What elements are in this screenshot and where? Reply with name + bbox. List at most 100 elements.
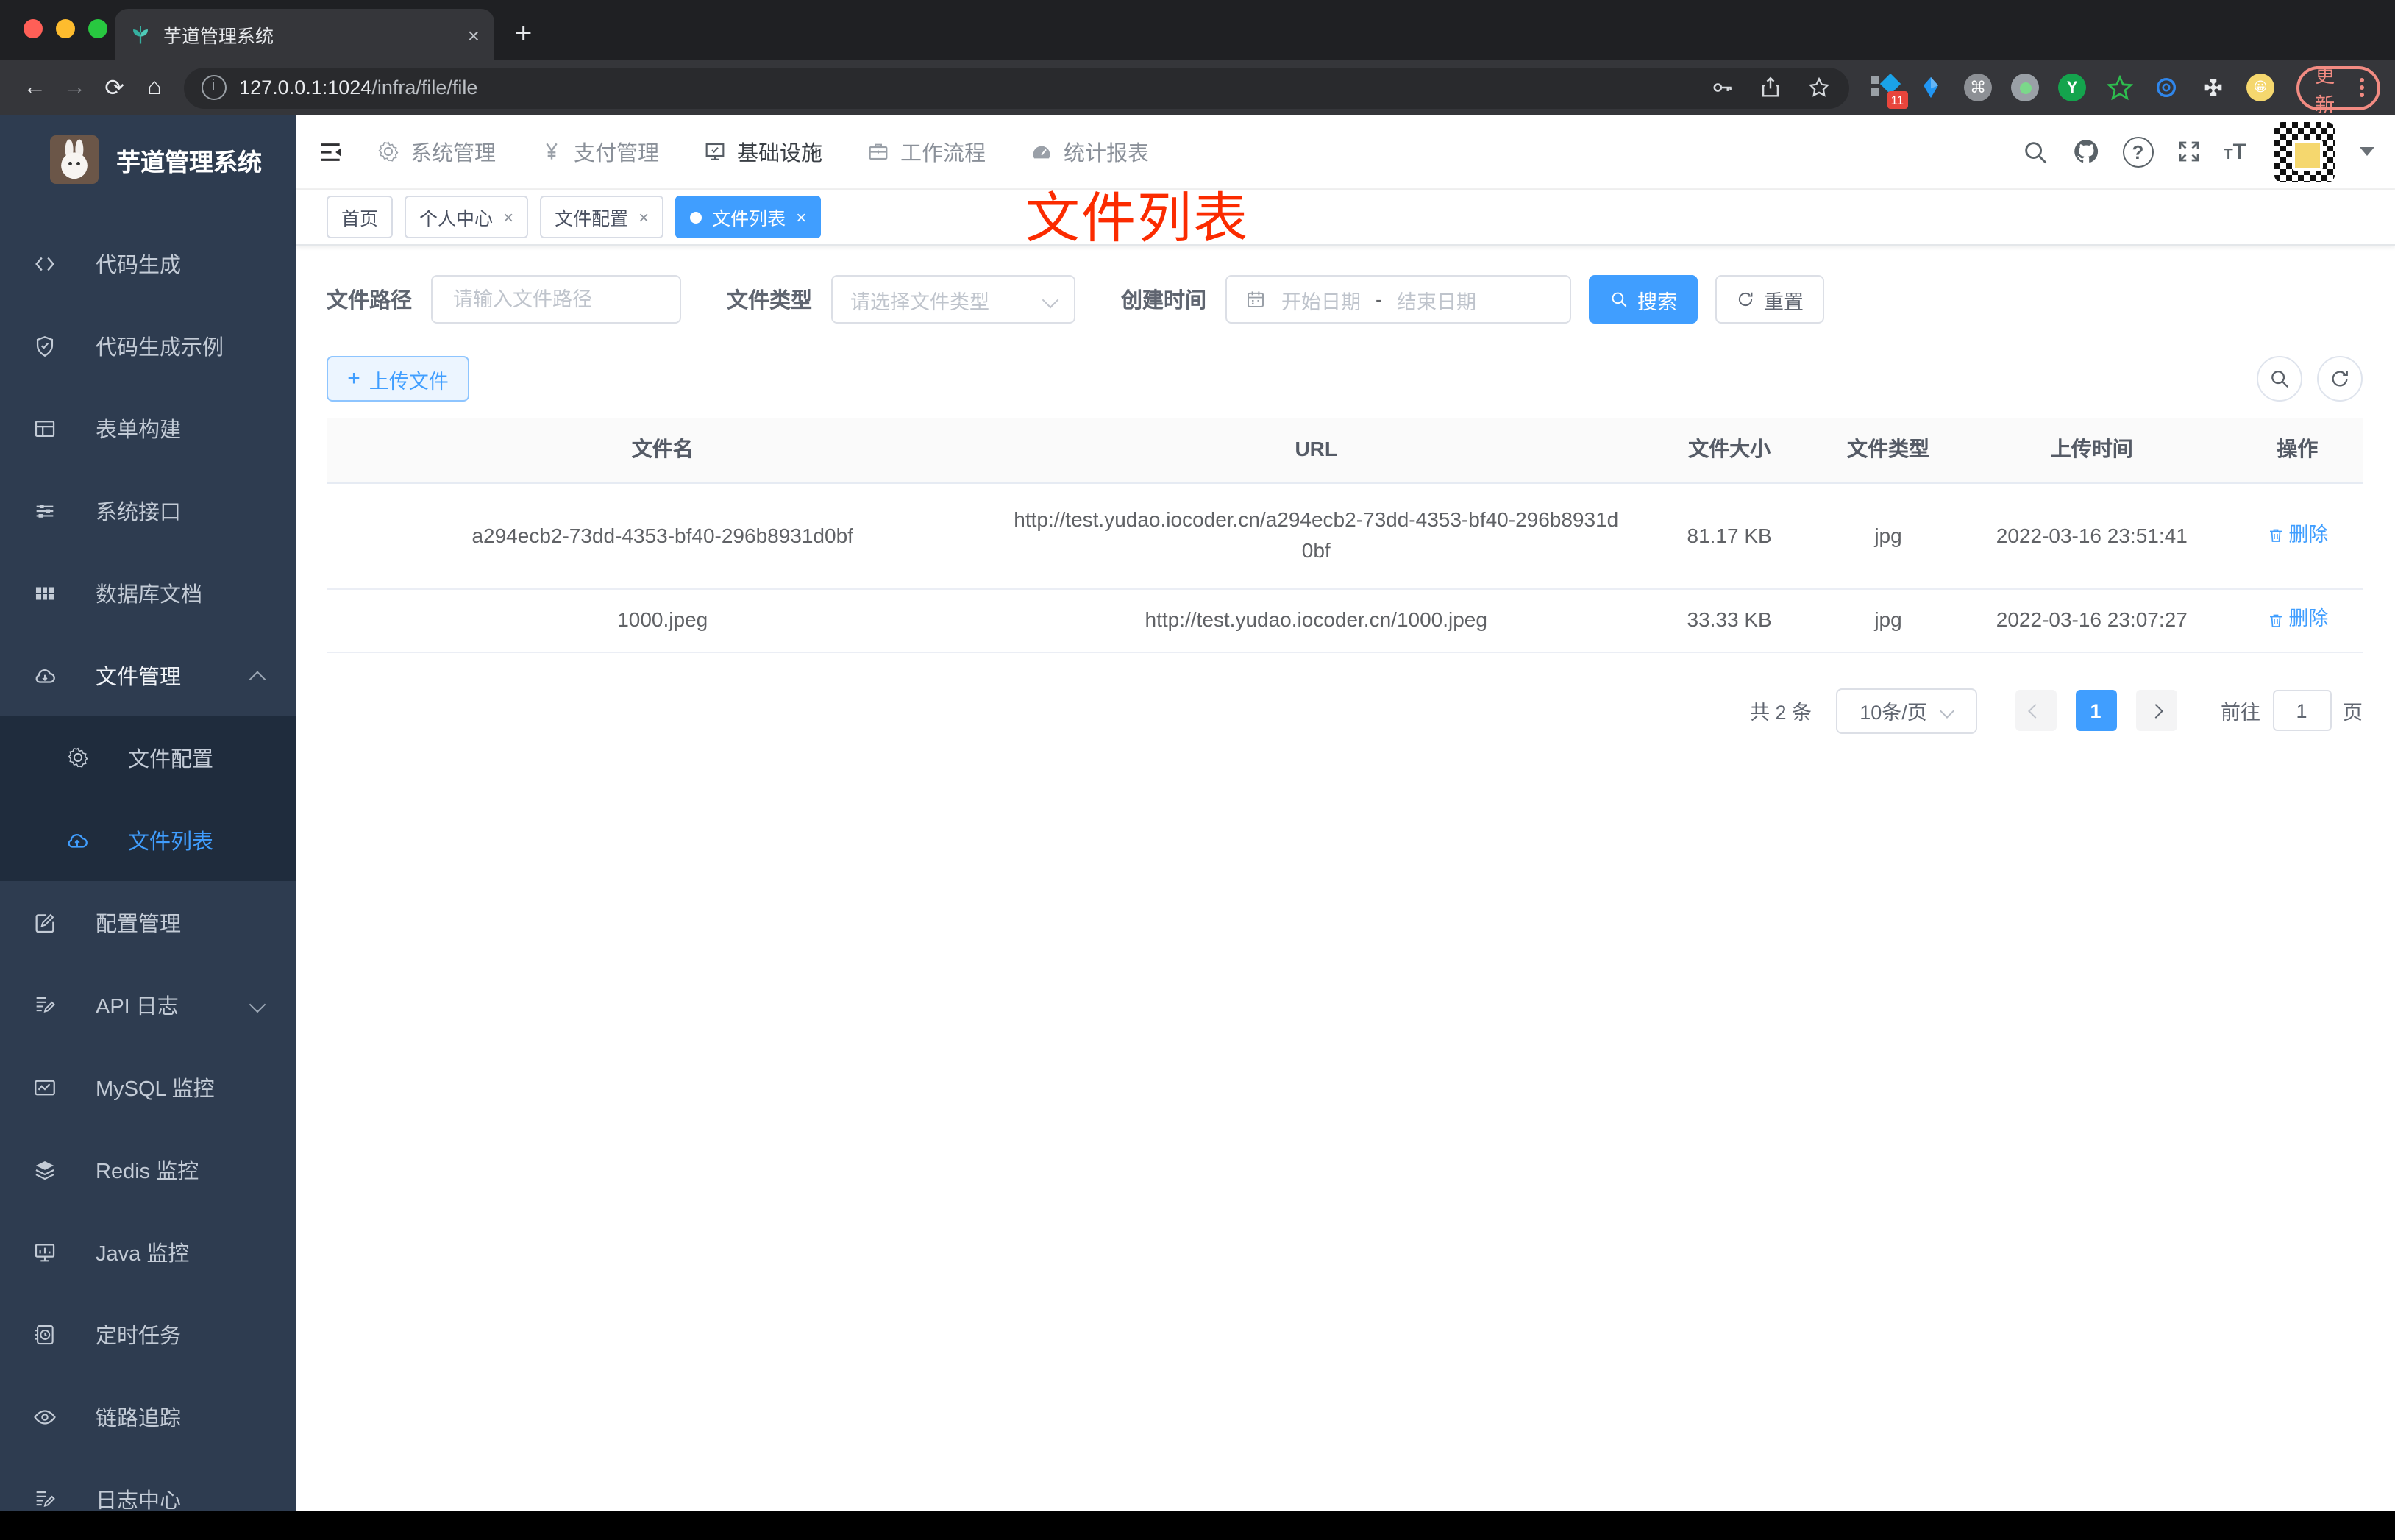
sidebar-item-tracing[interactable]: 链路追踪: [0, 1375, 296, 1458]
sidebar-logo[interactable]: 芋道管理系统: [0, 115, 296, 204]
browser-menu-icon[interactable]: [2360, 78, 2365, 97]
fullscreen-icon[interactable]: [2175, 138, 2202, 165]
extension-y-icon[interactable]: Y: [2057, 73, 2087, 102]
close-tag-icon[interactable]: ×: [503, 207, 513, 227]
shield-check-icon: [32, 333, 57, 358]
extension-ring-icon[interactable]: [2152, 73, 2181, 102]
page-size-select[interactable]: 10条/页: [1835, 688, 1976, 734]
sidebar-item-api-log[interactable]: API 日志: [0, 963, 296, 1046]
plus-icon: +: [347, 366, 360, 391]
cell-time: 2022-03-16 23:51:41: [1996, 523, 2188, 547]
prev-page-button[interactable]: [2015, 690, 2056, 732]
sidebar-item-form-builder[interactable]: 表单构建: [0, 387, 296, 469]
sidebar-item-system-api[interactable]: 系统接口: [0, 469, 296, 552]
reset-button-label: 重置: [1764, 290, 1804, 313]
calendar-icon: [1245, 288, 1267, 310]
sidebar-item-redis-monitor[interactable]: Redis 监控: [0, 1128, 296, 1211]
date-range-picker[interactable]: 开始日期 - 结束日期: [1225, 275, 1571, 324]
help-icon[interactable]: ?: [2122, 136, 2154, 167]
address-bar[interactable]: i 127.0.0.1:1024/infra/file/file: [183, 67, 1849, 108]
browser-tab[interactable]: 芋道管理系统 ×: [115, 9, 494, 60]
sidebar-item-code-gen[interactable]: 代码生成: [0, 222, 296, 304]
tag-file-config[interactable]: 文件配置 ×: [540, 196, 664, 238]
topnav-item-workflow[interactable]: 工作流程: [866, 136, 986, 167]
topnav-label: 系统管理: [410, 142, 496, 165]
file-path-input[interactable]: [450, 287, 662, 312]
sidebar-submenu-file: 文件配置 文件列表: [0, 716, 296, 881]
url-host: 127.0.0.1:1024: [239, 76, 372, 99]
sliders-icon: [32, 498, 57, 523]
close-tag-icon[interactable]: ×: [796, 207, 806, 227]
chevron-left-icon: [2028, 703, 2043, 719]
cell-size: 33.33 KB: [1687, 607, 1772, 632]
forward-icon[interactable]: →: [54, 74, 94, 101]
edit-square-icon: [32, 910, 57, 935]
sidebar-item-file-config[interactable]: 文件配置: [0, 716, 296, 799]
sidebar-item-java-monitor[interactable]: Java 监控: [0, 1211, 296, 1293]
browser-update-button[interactable]: 更新: [2296, 64, 2381, 115]
new-tab-button[interactable]: +: [515, 18, 532, 51]
chevron-right-icon: [2149, 703, 2163, 719]
site-info-icon[interactable]: i: [201, 75, 227, 100]
github-icon[interactable]: [2071, 137, 2100, 166]
home-icon[interactable]: ⌂: [135, 74, 174, 101]
next-page-button[interactable]: [2135, 690, 2177, 732]
sidebar-item-mysql-monitor[interactable]: MySQL 监控: [0, 1046, 296, 1128]
cell-size: 81.17 KB: [1687, 523, 1772, 547]
sidebar-item-file-management[interactable]: 文件管理: [0, 634, 296, 716]
extension-kite-icon[interactable]: [1916, 73, 1946, 102]
sidebar-fold-icon[interactable]: [316, 138, 344, 165]
delete-link[interactable]: 删除: [2266, 521, 2328, 552]
search-button[interactable]: 搜索: [1589, 275, 1698, 324]
sidebar-item-config-management[interactable]: 配置管理: [0, 881, 296, 963]
extension-star-icon[interactable]: [2104, 73, 2134, 102]
header-search-icon[interactable]: [2021, 138, 2049, 165]
sidebar-item-db-doc[interactable]: 数据库文档: [0, 552, 296, 634]
topnav-item-infrastructure[interactable]: 基础设施: [703, 136, 822, 167]
window-minimize-button[interactable]: [56, 19, 75, 38]
delete-link[interactable]: 删除: [2266, 605, 2328, 636]
extension-badge-icon[interactable]: 11: [1869, 72, 1908, 108]
tag-home[interactable]: 首页: [327, 196, 394, 238]
url-text[interactable]: 127.0.0.1:1024/infra/file/file: [239, 76, 1685, 99]
toggle-search-icon-button[interactable]: [2257, 356, 2302, 402]
tag-file-list[interactable]: 文件列表 ×: [675, 196, 822, 238]
refresh-icon-button[interactable]: [2317, 356, 2363, 402]
back-icon[interactable]: ←: [15, 74, 54, 101]
extension-command-icon[interactable]: ⌘: [1963, 73, 1993, 102]
sidebar-item-label: 代码生成示例: [96, 336, 224, 360]
current-page-button[interactable]: 1: [2075, 690, 2116, 732]
goto-page-input[interactable]: [2272, 690, 2331, 732]
tag-profile[interactable]: 个人中心 ×: [405, 196, 529, 238]
window-zoom-button[interactable]: [88, 19, 107, 38]
close-tab-icon[interactable]: ×: [468, 24, 480, 45]
bookmark-star-icon[interactable]: [1806, 75, 1831, 100]
topnav-item-system[interactable]: 系统管理: [377, 136, 496, 167]
browser-tab-strip: 芋道管理系统 × +: [0, 0, 2395, 60]
extension-dot-icon[interactable]: [2010, 73, 2040, 102]
file-type-select[interactable]: 请选择文件类型: [831, 275, 1075, 324]
extensions-puzzle-icon[interactable]: [2199, 73, 2228, 102]
date-end-placeholder[interactable]: 结束日期: [1397, 285, 1476, 314]
password-key-icon[interactable]: [1709, 75, 1734, 100]
sidebar-item-file-list[interactable]: 文件列表: [0, 799, 296, 881]
avatar-caret-down-icon[interactable]: [2360, 147, 2374, 156]
share-icon[interactable]: [1757, 75, 1782, 100]
tags-view-bar: 首页 个人中心 × 文件配置 × 文件列表 × 文件列表: [296, 188, 2395, 249]
user-avatar-qr[interactable]: [2274, 121, 2335, 182]
font-size-icon[interactable]: TT: [2224, 139, 2246, 164]
reset-button[interactable]: 重置: [1715, 275, 1824, 324]
topnav-item-payment[interactable]: 支付管理: [540, 136, 659, 167]
window-close-button[interactable]: [24, 19, 43, 38]
reload-icon[interactable]: ⟳: [95, 73, 135, 102]
sidebar-item-code-demo[interactable]: 代码生成示例: [0, 304, 296, 387]
close-tag-icon[interactable]: ×: [638, 207, 649, 227]
date-start-placeholder[interactable]: 开始日期: [1281, 285, 1361, 314]
table-row: a294ecb2-73dd-4353-bf40-296b8931d0bf htt…: [327, 483, 2363, 591]
profile-avatar[interactable]: 😀: [2246, 73, 2275, 102]
topnav-item-statistics[interactable]: 统计报表: [1030, 136, 1149, 167]
sidebar-item-log-center[interactable]: 日志中心: [0, 1458, 296, 1540]
right-tools: [2257, 356, 2363, 402]
upload-file-button[interactable]: + 上传文件: [327, 356, 469, 402]
sidebar-item-scheduled-tasks[interactable]: 定时任务: [0, 1293, 296, 1375]
